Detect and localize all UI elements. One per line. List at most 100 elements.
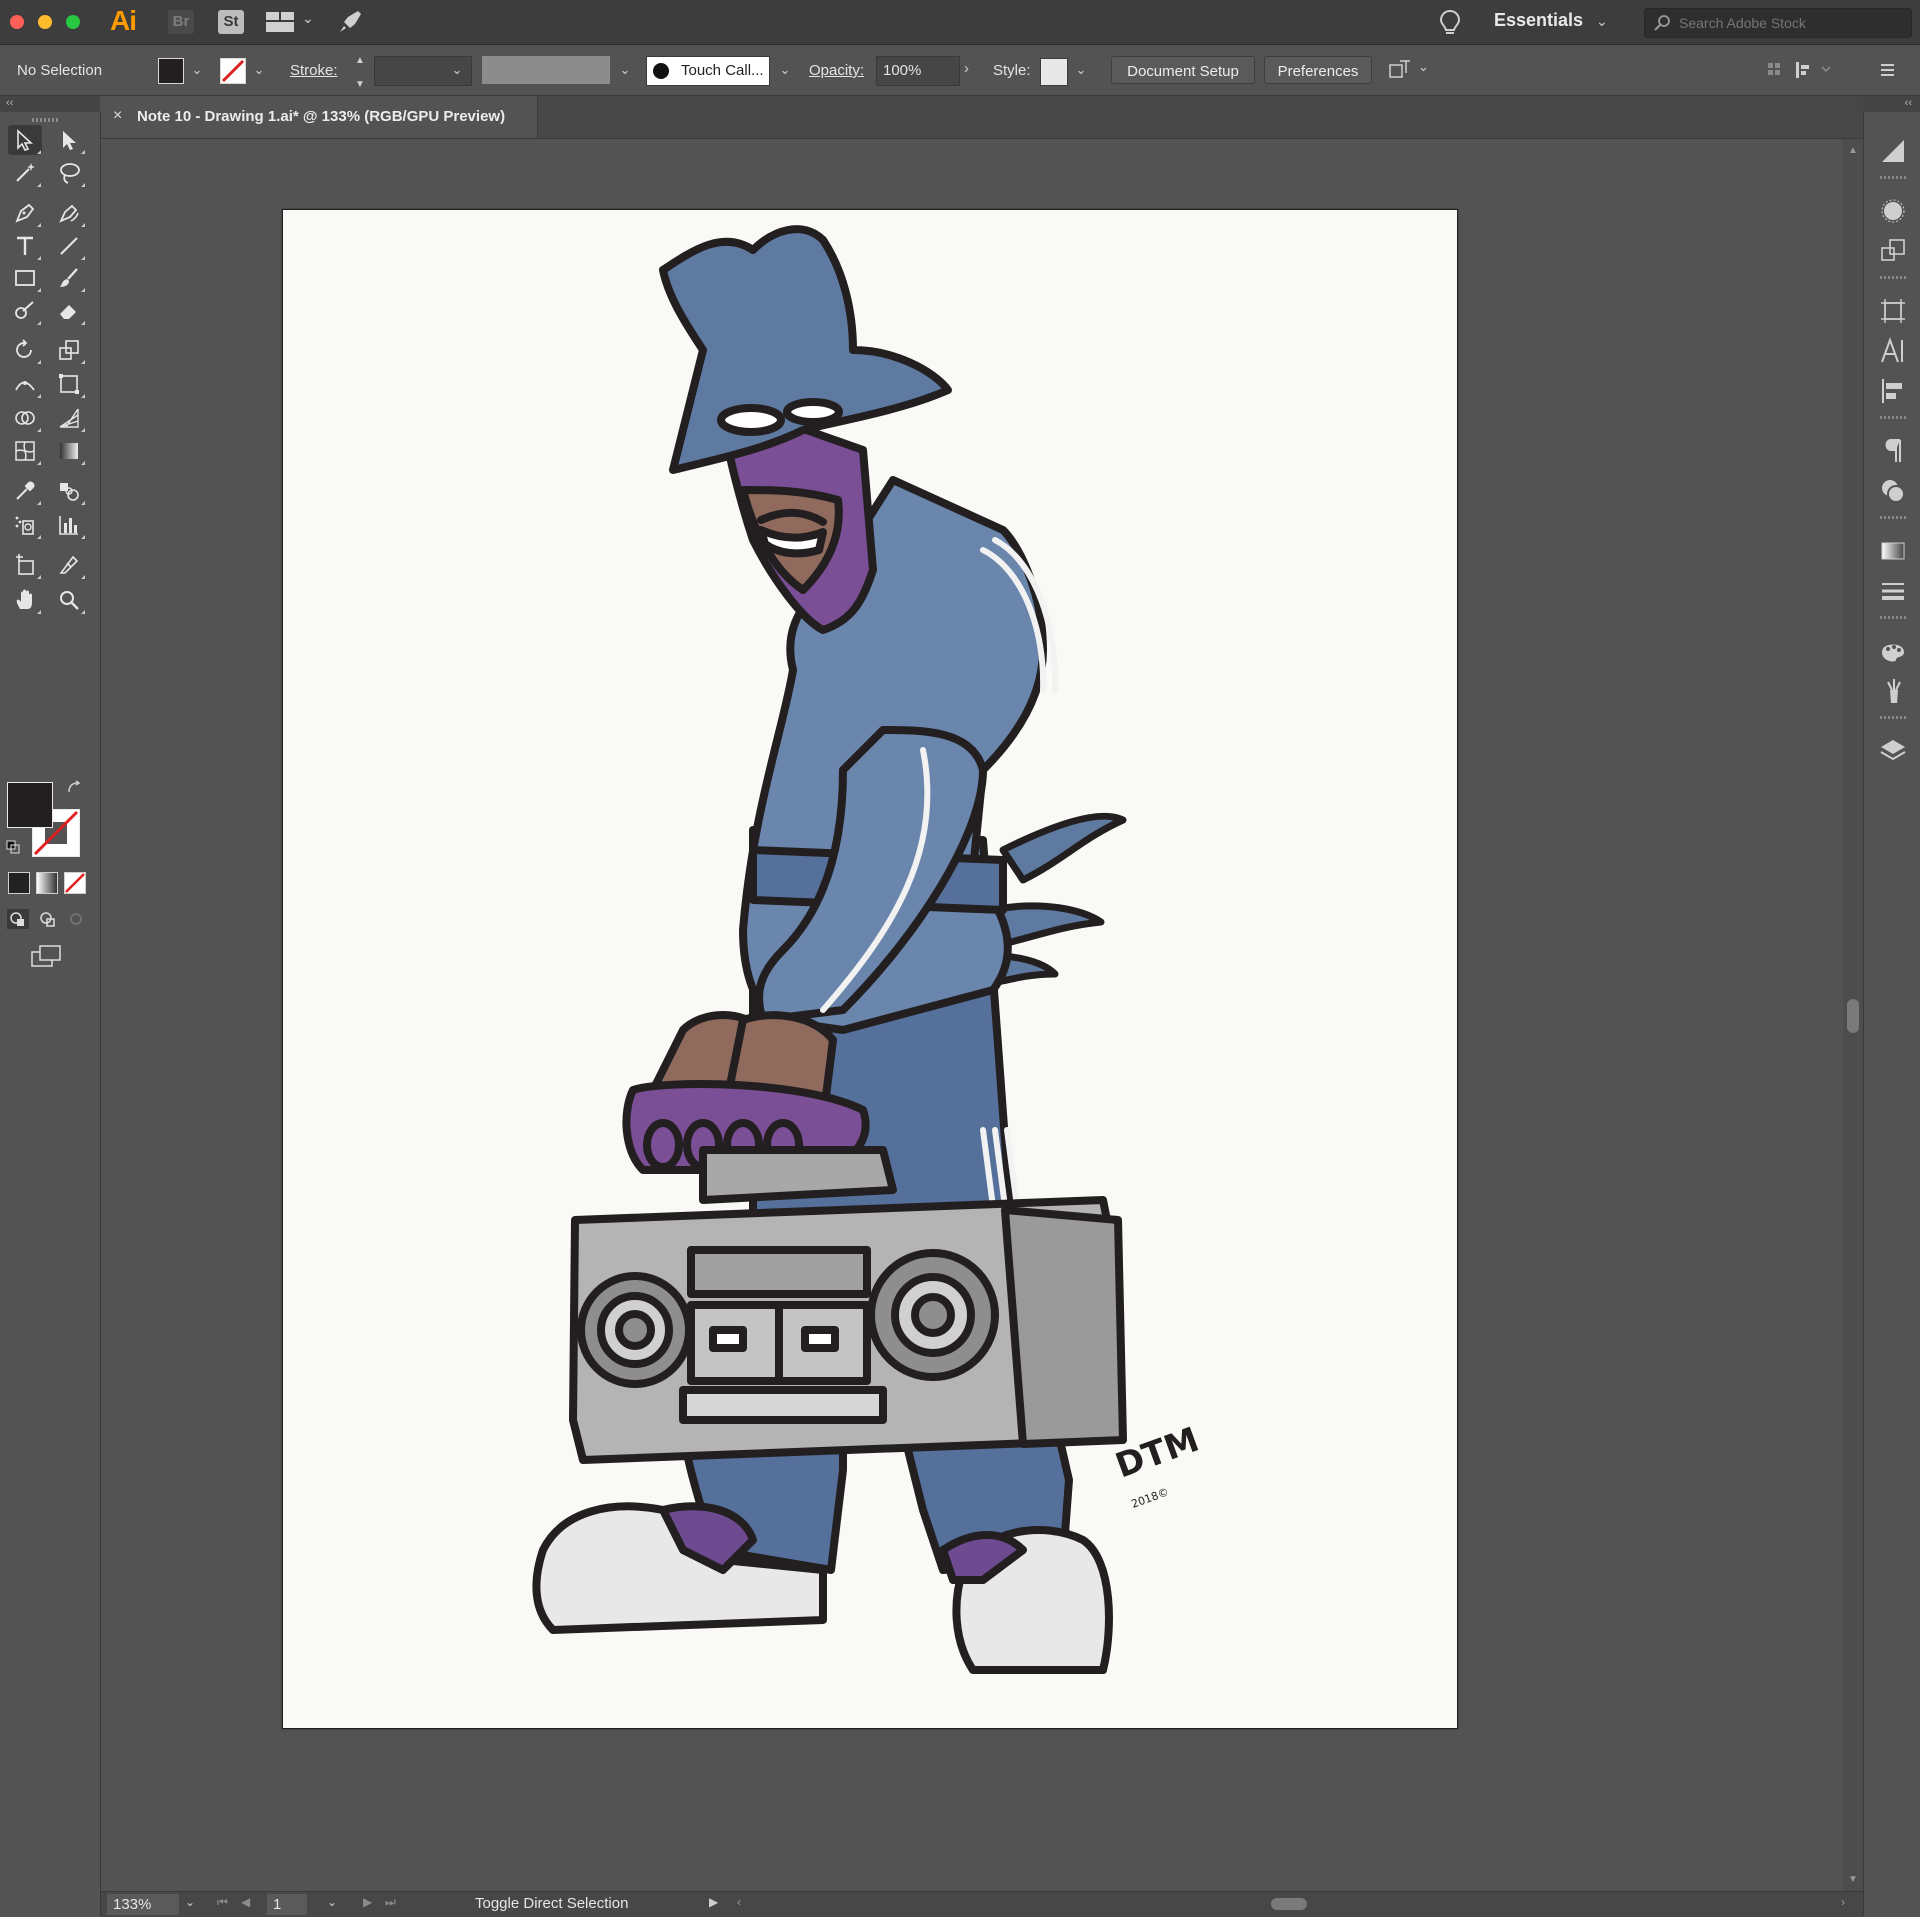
slice-tool[interactable]	[52, 550, 86, 580]
status-menu-icon[interactable]: ▶	[709, 1895, 718, 1909]
character-icon[interactable]	[1878, 336, 1908, 366]
swap-fill-stroke-icon[interactable]	[66, 780, 82, 796]
magic-wand-tool[interactable]	[8, 158, 42, 188]
opacity-label[interactable]: Opacity:	[809, 62, 864, 79]
panel-group-grip[interactable]	[1880, 516, 1906, 519]
expand-panels-icon[interactable]: ‹‹	[1905, 97, 1912, 109]
stroke-stepper[interactable]: ▲ ▼	[350, 55, 370, 90]
width-tool[interactable]	[8, 369, 42, 399]
artboard-chevron-icon[interactable]: ⌄	[327, 1895, 337, 1909]
close-tab-icon[interactable]: ×	[113, 107, 122, 125]
layers-icon[interactable]	[1878, 736, 1908, 766]
stroke-dropdown-chevron-icon[interactable]: ⌄	[248, 59, 270, 81]
zoom-field[interactable]: 133%	[107, 1894, 179, 1915]
swatches-icon[interactable]	[1878, 636, 1908, 666]
draw-inside-icon[interactable]	[64, 908, 88, 930]
chevron-right-icon[interactable]: ›	[964, 60, 969, 77]
scroll-thumb[interactable]	[1271, 1898, 1307, 1910]
previous-artboard-icon[interactable]: ◀	[241, 1895, 250, 1909]
panel-grip[interactable]	[32, 118, 60, 122]
stock-search-field[interactable]	[1644, 8, 1912, 38]
fill-dropdown-chevron-icon[interactable]: ⌄	[186, 59, 208, 81]
hand-tool[interactable]	[8, 585, 42, 615]
symbol-sprayer-tool[interactable]	[8, 510, 42, 540]
mesh-tool[interactable]	[8, 436, 42, 466]
first-artboard-icon[interactable]: ⏮	[217, 1895, 228, 1910]
scroll-right-icon[interactable]: ›	[1841, 1895, 1845, 1909]
last-artboard-icon[interactable]: ⏭	[385, 1895, 396, 1910]
panel-group-grip[interactable]	[1880, 616, 1906, 619]
panel-group-grip[interactable]	[1880, 416, 1906, 419]
default-fill-stroke-icon[interactable]	[6, 840, 20, 854]
direct-selection-tool[interactable]	[52, 125, 86, 155]
column-graph-tool[interactable]	[52, 510, 86, 540]
shape-builder-tool[interactable]	[8, 403, 42, 433]
perspective-grid-tool[interactable]	[52, 403, 86, 433]
align-icon[interactable]	[1878, 376, 1908, 406]
rocket-icon[interactable]	[336, 8, 364, 36]
window-minimize-button[interactable]	[38, 15, 52, 29]
transform-icon[interactable]	[1878, 236, 1908, 266]
curvature-tool[interactable]	[52, 198, 86, 228]
eyedropper-tool[interactable]	[8, 476, 42, 506]
stock-button[interactable]: St	[218, 10, 244, 34]
lightbulb-icon[interactable]	[1436, 8, 1464, 38]
variable-width-profile[interactable]	[482, 56, 610, 84]
scroll-thumb[interactable]	[1847, 999, 1859, 1033]
brush-chevron-icon[interactable]: ⌄	[774, 59, 796, 81]
color-mode-button[interactable]	[8, 872, 30, 894]
gradient-tool[interactable]	[52, 436, 86, 466]
pen-tool[interactable]	[8, 198, 42, 228]
preferences-button[interactable]: Preferences	[1264, 56, 1372, 84]
scroll-down-icon[interactable]: ▼	[1848, 1874, 1858, 1885]
panel-group-grip[interactable]	[1880, 716, 1906, 719]
panel-group-grip[interactable]	[1880, 176, 1906, 179]
paintbrush-tool[interactable]	[52, 263, 86, 293]
zoom-tool[interactable]	[52, 585, 86, 615]
line-segment-tool[interactable]	[52, 231, 86, 261]
stroke-weight-chevron-icon[interactable]: ⌄	[446, 59, 468, 81]
bridge-button[interactable]: Br	[168, 10, 194, 34]
illustration-artwork[interactable]: DTM 2018©	[283, 210, 1457, 1728]
scale-tool[interactable]	[52, 335, 86, 365]
workspace-switcher[interactable]: Essentials	[1494, 10, 1583, 31]
stroke-swatch[interactable]	[220, 58, 246, 84]
fill-color-box[interactable]	[7, 782, 53, 828]
pathfinder-icon[interactable]	[1878, 476, 1908, 506]
stroke-label[interactable]: Stroke:	[290, 62, 338, 79]
rotate-tool[interactable]	[8, 335, 42, 365]
none-mode-button[interactable]	[64, 872, 86, 894]
rectangle-tool[interactable]	[8, 263, 42, 293]
color-guide-icon[interactable]	[1878, 136, 1908, 166]
graphic-style-swatch[interactable]	[1040, 58, 1068, 86]
artboard-number-field[interactable]: 1	[267, 1894, 307, 1915]
chevron-down-icon[interactable]: ⌄	[1418, 59, 1429, 75]
next-artboard-icon[interactable]: ▶	[363, 1895, 372, 1909]
canvas-area[interactable]: DTM 2018©	[101, 139, 1843, 1891]
align-icons[interactable]	[1766, 59, 1836, 81]
document-tab[interactable]: × Note 10 - Drawing 1.ai* @ 133% (RGB/GP…	[101, 96, 538, 138]
screen-mode-icon[interactable]	[30, 944, 64, 970]
window-close-button[interactable]	[10, 15, 24, 29]
artboard[interactable]: DTM 2018©	[282, 209, 1458, 1729]
arrange-documents-icon[interactable]	[266, 12, 294, 32]
zoom-chevron-icon[interactable]: ⌄	[185, 1895, 195, 1909]
gradient-panel-icon[interactable]	[1878, 536, 1908, 566]
eraser-tool[interactable]	[52, 296, 86, 326]
artboard-tool[interactable]	[8, 550, 42, 580]
lasso-tool[interactable]	[52, 158, 86, 188]
style-chevron-icon[interactable]: ⌄	[1070, 59, 1092, 81]
opacity-field[interactable]: 100%	[876, 56, 960, 86]
horizontal-scrollbar[interactable]: ‹ ›	[737, 1895, 1845, 1913]
blend-tool[interactable]	[52, 476, 86, 506]
control-panel-menu-icon[interactable]	[1876, 59, 1898, 81]
appearance-icon[interactable]	[1878, 196, 1908, 226]
chevron-down-icon[interactable]: ⌄	[302, 10, 314, 27]
selection-tool[interactable]	[8, 125, 42, 155]
panel-group-grip[interactable]	[1880, 276, 1906, 279]
chevron-down-icon[interactable]: ⌄	[1596, 13, 1608, 30]
collapse-icon[interactable]: ‹‹	[6, 97, 13, 109]
shaper-tool[interactable]	[8, 296, 42, 326]
vertical-scrollbar[interactable]: ▲ ▼	[1843, 139, 1863, 1891]
draw-normal-icon[interactable]	[6, 908, 30, 930]
